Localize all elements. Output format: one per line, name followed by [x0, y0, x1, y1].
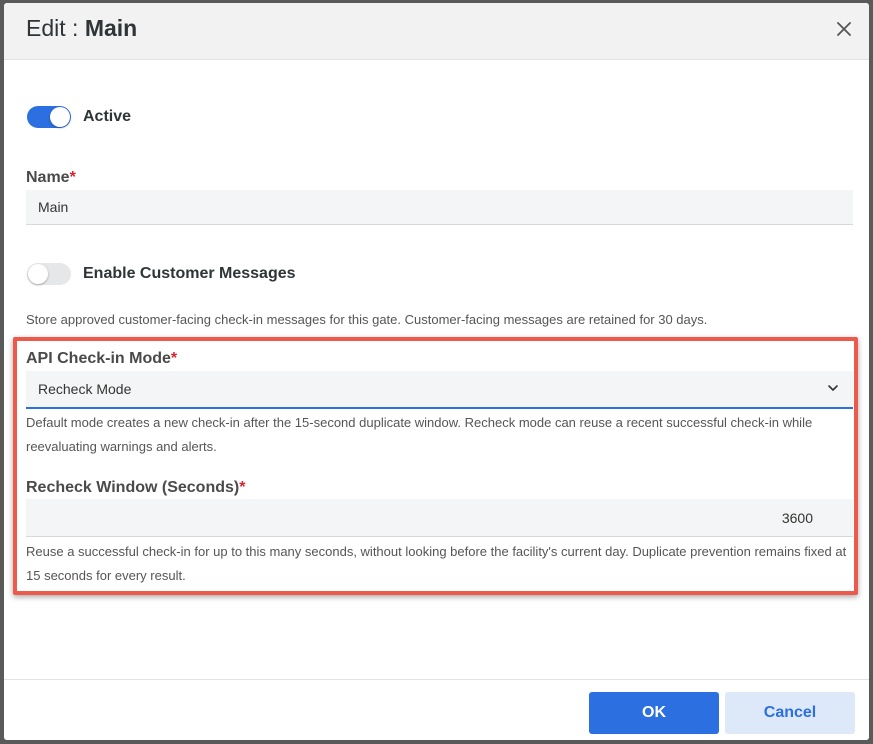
api-mode-label-text: API Check-in Mode — [26, 350, 171, 367]
toggle-knob — [50, 107, 70, 127]
ok-button[interactable]: OK — [589, 692, 719, 734]
toggle-knob — [28, 264, 48, 284]
recheck-window-help: Reuse a successful check-in for up to th… — [26, 544, 847, 583]
active-toggle[interactable] — [27, 106, 71, 128]
close-button[interactable] — [831, 16, 857, 42]
recheck-window-label-text: Recheck Window (Seconds) — [26, 479, 240, 496]
close-icon — [837, 22, 851, 36]
name-label: Name* — [26, 168, 76, 188]
title-name: Main — [84, 15, 138, 41]
customer-messages-toggle[interactable] — [27, 263, 71, 285]
customer-messages-help: Store approved customer-facing check-in … — [26, 312, 708, 327]
required-mark: * — [239, 479, 246, 496]
recheck-window-label: Recheck Window (Seconds)* — [26, 478, 245, 498]
name-label-text: Name — [26, 169, 70, 186]
api-mode-label: API Check-in Mode* — [26, 349, 177, 369]
api-mode-select[interactable]: Recheck Mode — [26, 371, 853, 409]
name-input[interactable] — [26, 190, 853, 225]
chevron-down-icon — [828, 385, 838, 391]
edit-dialog: Edit : Main Active Name* Enable Customer… — [4, 3, 869, 740]
dialog-title: Edit : Main — [26, 13, 137, 43]
active-label: Active — [83, 108, 132, 125]
title-prefix: Edit : — [26, 15, 85, 41]
required-mark: * — [69, 169, 76, 186]
recheck-window-input[interactable] — [26, 499, 853, 537]
dialog-footer: OK Cancel — [4, 679, 869, 740]
required-mark: * — [170, 350, 178, 367]
api-mode-selected: Recheck Mode — [38, 381, 132, 397]
customer-messages-label: Enable Customer Messages — [83, 265, 296, 282]
cancel-button[interactable]: Cancel — [725, 692, 855, 734]
api-mode-help: Default mode creates a new check-in afte… — [26, 415, 813, 454]
dialog-header: Edit : Main — [4, 3, 869, 60]
